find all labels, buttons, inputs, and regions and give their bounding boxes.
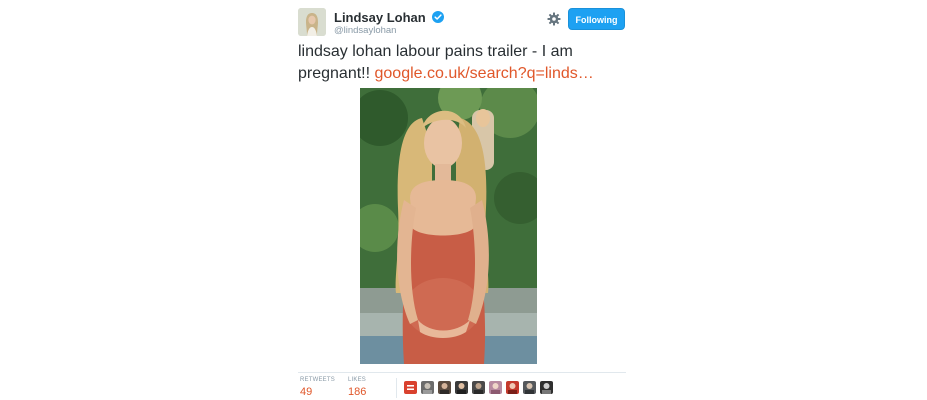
gear-icon[interactable] xyxy=(547,12,561,26)
tweet-photo[interactable] xyxy=(360,88,537,364)
liker-avatar[interactable] xyxy=(506,381,519,394)
profile-avatar[interactable] xyxy=(298,8,326,36)
tweet-text: lindsay lohan labour pains trailer - I a… xyxy=(298,41,628,85)
retweets-count[interactable]: 49 xyxy=(300,386,335,398)
following-button[interactable]: Following xyxy=(568,8,625,30)
stats-separator xyxy=(396,378,397,398)
tweet-link[interactable]: google.co.uk/search?q=linds… xyxy=(375,65,594,82)
liker-avatar[interactable] xyxy=(455,381,468,394)
stats-divider xyxy=(298,372,626,373)
retweets-label: RETWEETS xyxy=(300,377,335,383)
liker-avatar[interactable] xyxy=(421,381,434,394)
tweet-card: Lindsay Lohan @lindsaylohan Following li… xyxy=(298,0,628,400)
likes-stat[interactable]: LIKES 186 xyxy=(348,377,366,398)
likes-count[interactable]: 186 xyxy=(348,386,366,398)
liker-avatar[interactable] xyxy=(540,381,553,394)
verified-badge-icon xyxy=(432,11,445,23)
display-name[interactable]: Lindsay Lohan xyxy=(334,10,445,25)
display-name-text[interactable]: Lindsay Lohan xyxy=(334,10,426,25)
retweets-stat[interactable]: RETWEETS 49 xyxy=(300,377,335,398)
user-handle[interactable]: @lindsaylohan xyxy=(334,25,396,36)
liker-avatar[interactable] xyxy=(472,381,485,394)
liker-avatar[interactable] xyxy=(404,381,417,394)
likes-label: LIKES xyxy=(348,377,367,383)
liker-avatar[interactable] xyxy=(438,381,451,394)
liker-avatar[interactable] xyxy=(523,381,536,394)
liker-avatar[interactable] xyxy=(489,381,502,394)
